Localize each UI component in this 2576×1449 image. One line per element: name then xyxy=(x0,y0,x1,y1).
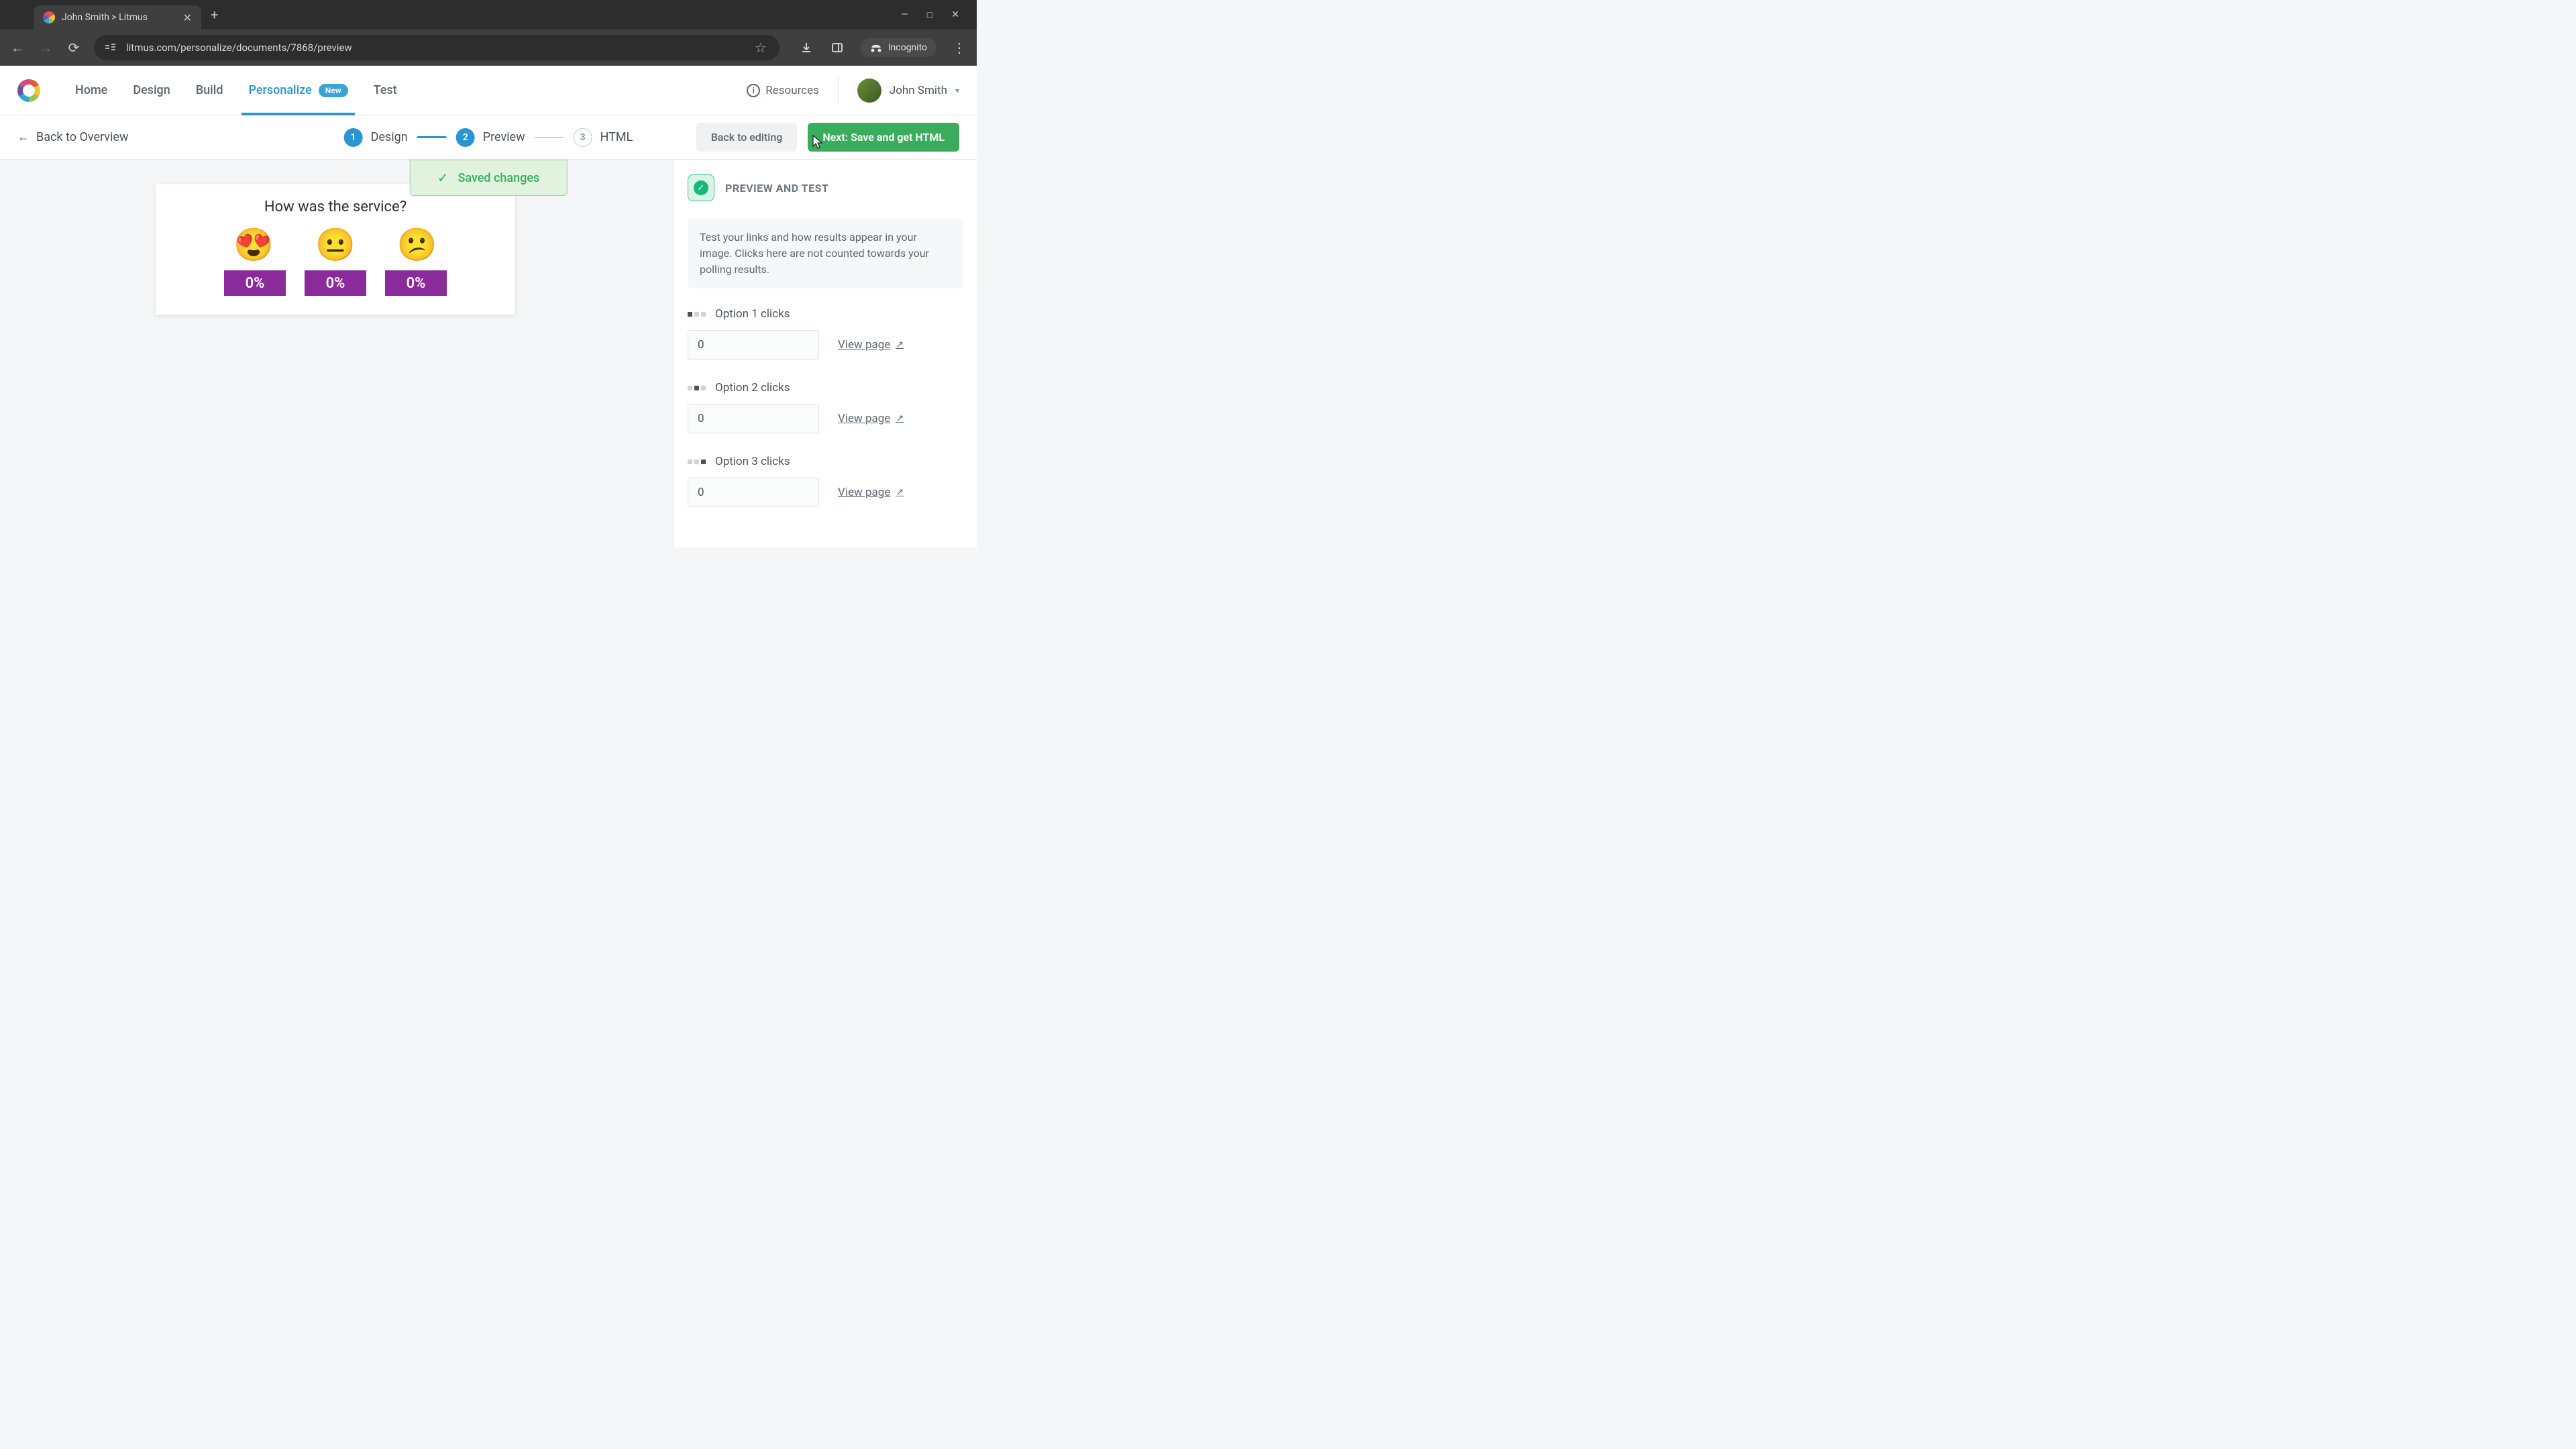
percent-1: 0% xyxy=(224,270,286,296)
back-to-overview-link[interactable]: ← Back to Overview xyxy=(17,130,128,144)
arrow-left-icon: ← xyxy=(17,130,30,144)
close-tab-icon[interactable]: ✕ xyxy=(183,11,192,24)
option-2-block: Option 2 clicks 0 View page ↗ xyxy=(688,381,963,433)
browser-chrome: John Smith > Litmus ✕ + ― □ ✕ ← → ⟳ litm… xyxy=(0,0,977,66)
stepper: 1 Design 2 Preview 3 HTML xyxy=(344,128,633,147)
nav-build[interactable]: Build xyxy=(196,66,223,115)
info-icon: i xyxy=(747,84,760,97)
tab-strip: John Smith > Litmus ✕ + ― □ ✕ xyxy=(0,0,977,30)
site-info-icon[interactable] xyxy=(105,42,117,54)
percent-row: 0% 0% 0% xyxy=(156,270,515,296)
toast-text: Saved changes xyxy=(458,171,539,185)
step-design[interactable]: 1 Design xyxy=(344,128,408,147)
url-text: litmus.com/personalize/documents/7868/pr… xyxy=(126,42,743,54)
percent-2: 0% xyxy=(305,270,366,296)
preview-test-icon: ✓ xyxy=(688,174,714,201)
browser-tab[interactable]: John Smith > Litmus ✕ xyxy=(34,5,201,30)
emoji-love-icon[interactable]: 😍 xyxy=(233,229,274,261)
side-panel-icon[interactable] xyxy=(829,42,845,54)
nav-test[interactable]: Test xyxy=(374,66,397,115)
side-panel: ✓ PREVIEW AND TEST Test your links and h… xyxy=(674,160,977,547)
reload-icon[interactable]: ⟳ xyxy=(66,40,82,56)
user-name: John Smith xyxy=(890,84,947,97)
preview-canvas: How was the service? 😍 😐 😕 0% 0% 0% xyxy=(0,160,674,547)
step-connector xyxy=(417,136,447,138)
panel-title: PREVIEW AND TEST xyxy=(725,182,828,195)
option-3-label: Option 3 clicks xyxy=(715,455,790,468)
option-2-count[interactable]: 0 xyxy=(688,404,819,433)
back-icon[interactable]: ← xyxy=(9,40,25,56)
panel-header: ✓ PREVIEW AND TEST xyxy=(688,174,963,201)
nav-home[interactable]: Home xyxy=(75,66,107,115)
close-window-icon[interactable]: ✕ xyxy=(951,9,959,21)
maximize-icon[interactable]: □ xyxy=(927,9,932,21)
content-area: ✓ Saved changes How was the service? 😍 😐… xyxy=(0,160,977,547)
avatar xyxy=(857,78,881,103)
external-link-icon: ↗ xyxy=(896,339,904,350)
step-connector xyxy=(535,137,564,138)
option-3-block: Option 3 clicks 0 View page ↗ xyxy=(688,455,963,507)
step-preview[interactable]: 2 Preview xyxy=(456,128,525,147)
check-icon: ✓ xyxy=(437,170,449,186)
app-header: Home Design Build Personalize New Test i… xyxy=(0,66,977,115)
forward-icon: → xyxy=(38,40,54,56)
emoji-row: 😍 😐 😕 xyxy=(156,229,515,261)
step-num-3: 3 xyxy=(574,128,592,147)
next-save-html-button[interactable]: Next: Save and get HTML xyxy=(808,123,959,152)
new-tab-button[interactable]: + xyxy=(211,7,218,23)
step-label-2: Preview xyxy=(483,130,525,144)
emoji-confused-icon[interactable]: 😕 xyxy=(397,229,437,261)
step-label-1: Design xyxy=(371,130,408,144)
address-row: ← → ⟳ litmus.com/personalize/documents/7… xyxy=(0,30,977,66)
option-1-view-link[interactable]: View page ↗ xyxy=(838,338,904,352)
resources-link[interactable]: i Resources xyxy=(747,84,819,97)
option-indicator xyxy=(688,312,706,317)
kebab-menu-icon[interactable]: ⋮ xyxy=(951,40,967,56)
option-indicator xyxy=(688,460,706,464)
window-controls: ― □ ✕ xyxy=(901,9,971,21)
back-label: Back to Overview xyxy=(36,130,128,144)
bookmark-star-icon[interactable]: ☆ xyxy=(753,40,769,56)
option-2-view-link[interactable]: View page ↗ xyxy=(838,412,904,425)
option-3-view-link[interactable]: View page ↗ xyxy=(838,486,904,499)
resources-label: Resources xyxy=(765,84,819,97)
option-1-count[interactable]: 0 xyxy=(688,330,819,360)
saved-toast: ✓ Saved changes xyxy=(410,160,568,196)
step-label-3: HTML xyxy=(600,130,633,144)
user-menu[interactable]: John Smith ▾ xyxy=(857,78,959,103)
address-bar[interactable]: litmus.com/personalize/documents/7868/pr… xyxy=(94,35,780,60)
emoji-neutral-icon[interactable]: 😐 xyxy=(315,229,356,261)
tab-title: John Smith > Litmus xyxy=(62,12,176,23)
step-num-1: 1 xyxy=(344,128,363,147)
incognito-chip[interactable]: Incognito xyxy=(860,38,936,57)
percent-3: 0% xyxy=(385,270,447,296)
litmus-logo-icon[interactable] xyxy=(17,79,40,102)
step-html[interactable]: 3 HTML xyxy=(574,128,633,147)
sub-header: ← Back to Overview 1 Design 2 Preview 3 … xyxy=(0,115,977,160)
option-2-label: Option 2 clicks xyxy=(715,381,790,394)
nav-design[interactable]: Design xyxy=(133,66,170,115)
main-nav: Home Design Build Personalize New Test xyxy=(75,66,397,115)
favicon-icon xyxy=(43,11,55,23)
step-num-2: 2 xyxy=(456,128,475,147)
chevron-down-icon: ▾ xyxy=(955,86,959,95)
back-to-editing-button[interactable]: Back to editing xyxy=(696,123,798,152)
panel-description: Test your links and how results appear i… xyxy=(688,219,963,288)
poll-preview-card: How was the service? 😍 😐 😕 0% 0% 0% xyxy=(156,184,515,315)
minimize-icon[interactable]: ― xyxy=(901,9,908,21)
option-indicator xyxy=(688,386,706,390)
option-1-block: Option 1 clicks 0 View page ↗ xyxy=(688,307,963,360)
divider xyxy=(838,77,839,104)
incognito-icon xyxy=(869,43,883,52)
external-link-icon: ↗ xyxy=(896,413,904,424)
option-1-label: Option 1 clicks xyxy=(715,307,790,321)
new-badge: New xyxy=(319,84,348,97)
poll-question: How was the service? xyxy=(156,199,515,215)
incognito-label: Incognito xyxy=(888,42,927,53)
downloads-icon[interactable] xyxy=(798,42,814,54)
nav-personalize[interactable]: Personalize New xyxy=(248,66,347,115)
option-3-count[interactable]: 0 xyxy=(688,478,819,507)
external-link-icon: ↗ xyxy=(896,487,904,498)
